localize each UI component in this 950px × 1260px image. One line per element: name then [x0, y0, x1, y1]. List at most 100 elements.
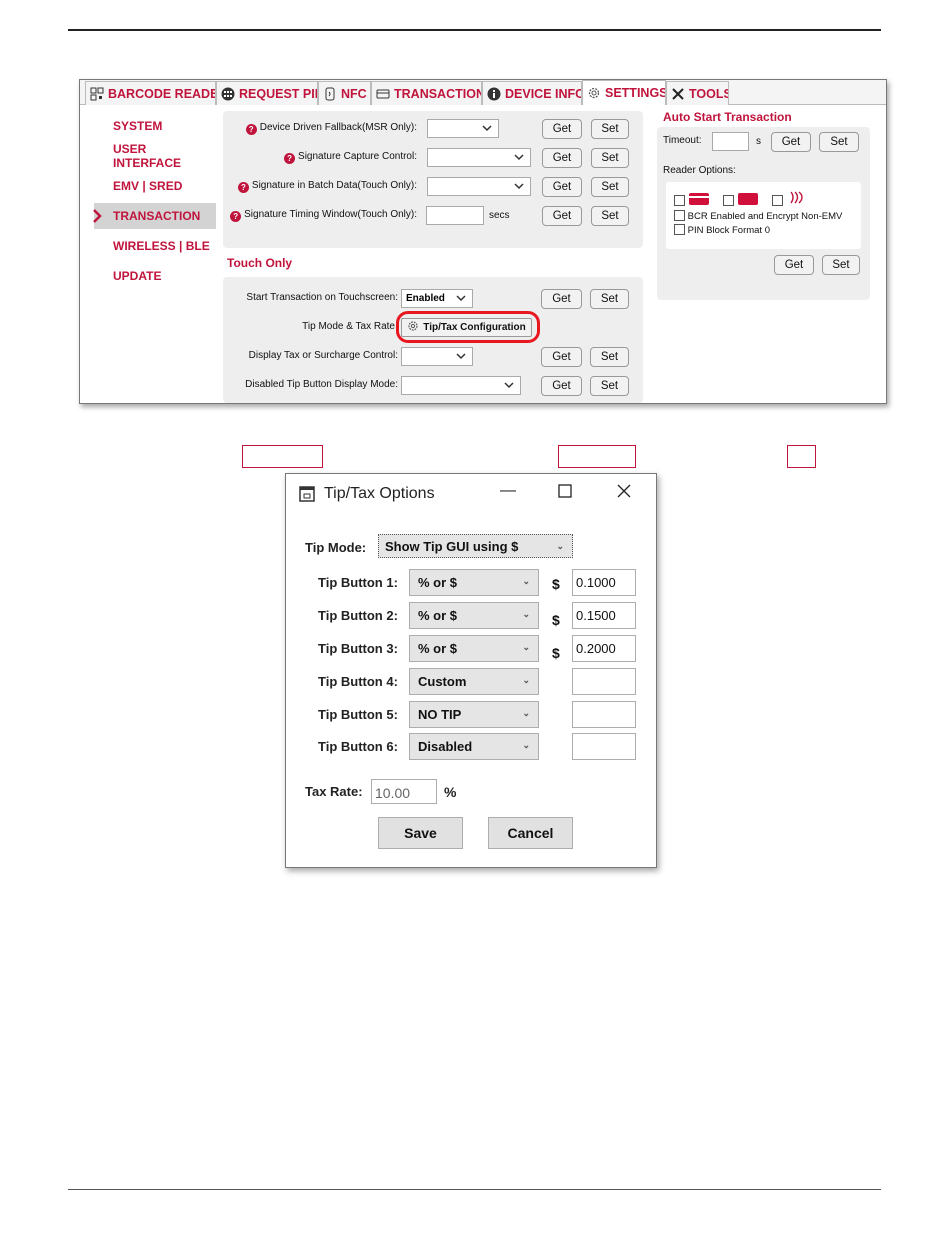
minimize-button[interactable]: —: [500, 482, 516, 500]
get-button[interactable]: Get: [542, 177, 582, 197]
app-window: BARCODE READER REQUEST PIN NFC TRANSACTI…: [79, 79, 887, 404]
tip-button-3-select[interactable]: % or $ ⌄: [409, 635, 539, 662]
tip-button-label: Tip Button 5:: [318, 707, 398, 722]
get-button[interactable]: Get: [542, 148, 582, 168]
tab-tools[interactable]: TOOLS: [666, 81, 729, 105]
tax-rate-input[interactable]: 10.00: [371, 779, 437, 804]
set-button[interactable]: Set: [591, 177, 629, 197]
reader-option-icons: [674, 191, 811, 210]
signature-capture-select[interactable]: [427, 148, 531, 167]
sidebar-item-update[interactable]: UPDATE: [94, 263, 216, 289]
tab-settings[interactable]: SETTINGS: [582, 80, 666, 105]
tip-button-6-select[interactable]: Disabled ⌄: [409, 733, 539, 760]
chevron-down-icon: [482, 123, 492, 136]
settings-sidebar: SYSTEM USER INTERFACE EMV | SRED TRANSAC…: [80, 106, 216, 403]
tab-device-info[interactable]: DEVICE INFO: [482, 81, 582, 105]
set-button[interactable]: Set: [590, 347, 629, 367]
tab-barcode-reader[interactable]: BARCODE READER: [85, 81, 216, 105]
highlight-ellipse: [396, 311, 540, 343]
cancel-button[interactable]: Cancel: [488, 817, 573, 849]
sidebar-item-wireless-ble[interactable]: WIRELESS | BLE: [94, 233, 216, 259]
tax-unit: %: [444, 784, 457, 800]
tax-rate-label: Tax Rate:: [305, 784, 363, 799]
tools-icon: [671, 87, 685, 101]
tab-transaction[interactable]: TRANSACTION: [371, 81, 482, 105]
signature-timing-input[interactable]: [426, 206, 484, 225]
tab-label: REQUEST PIN: [239, 86, 318, 101]
tip-mode-label: Tip Mode:: [305, 540, 367, 555]
chevron-down-icon: [504, 380, 514, 393]
help-icon[interactable]: ?: [284, 153, 296, 164]
start-touch-select[interactable]: Enabled: [401, 289, 473, 308]
timeout-input[interactable]: [712, 132, 749, 151]
sidebar-item-transaction[interactable]: TRANSACTION: [93, 203, 216, 229]
tip-button-5-value[interactable]: [572, 701, 636, 728]
set-button[interactable]: Set: [590, 289, 629, 309]
get-button[interactable]: Get: [771, 132, 811, 152]
chevron-down-icon: ⌄: [522, 609, 530, 619]
get-button[interactable]: Get: [541, 347, 582, 367]
set-button[interactable]: Set: [590, 376, 629, 396]
tip-button-4-value[interactable]: [572, 668, 636, 695]
chip-checkbox[interactable]: [723, 195, 734, 206]
tab-request-pin[interactable]: REQUEST PIN: [216, 81, 318, 105]
close-button[interactable]: [617, 484, 631, 503]
set-button[interactable]: Set: [591, 119, 629, 139]
tip-button-1-value[interactable]: 0.1000: [572, 569, 636, 596]
maximize-button[interactable]: [558, 484, 572, 503]
signature-batch-select[interactable]: [427, 177, 531, 196]
tip-button-6-value[interactable]: [572, 733, 636, 760]
set-button[interactable]: Set: [819, 132, 859, 152]
display-tax-select[interactable]: [401, 347, 473, 366]
redbox: [787, 445, 816, 468]
bcr-checkbox[interactable]: [674, 210, 685, 221]
tip-button-5-select[interactable]: NO TIP ⌄: [409, 701, 539, 728]
chevron-down-icon: [514, 152, 524, 165]
disabled-tip-select[interactable]: [401, 376, 521, 395]
set-button[interactable]: Set: [591, 206, 629, 226]
keypad-icon: [221, 87, 235, 101]
contactless-checkbox[interactable]: [772, 195, 783, 206]
tip-button-2-select[interactable]: % or $ ⌄: [409, 602, 539, 629]
save-button[interactable]: Save: [378, 817, 463, 849]
tab-label: DEVICE INFO: [505, 86, 582, 101]
help-icon[interactable]: ?: [245, 124, 257, 135]
tip-button-1-select[interactable]: % or $ ⌄: [409, 569, 539, 596]
get-button[interactable]: Get: [541, 289, 582, 309]
tip-button-3-value[interactable]: 0.2000: [572, 635, 636, 662]
set-button[interactable]: Set: [591, 148, 629, 168]
tab-label: NFC: [341, 86, 367, 101]
pin-block-option[interactable]: PIN Block Format 0: [674, 224, 770, 236]
sidebar-item-label: SYSTEM: [113, 119, 163, 133]
tip-mode-select[interactable]: Show Tip GUI using $ ⌄: [378, 534, 573, 558]
transaction-settings-panel: ? Device Driven Fallback(MSR Only): Get S…: [223, 111, 643, 248]
set-button[interactable]: Set: [822, 255, 860, 275]
nfc-icon: [323, 87, 337, 101]
auto-start-panel: Timeout: s Get Set Reader Options: BCR E…: [657, 127, 870, 300]
get-button[interactable]: Get: [542, 206, 582, 226]
help-icon[interactable]: ?: [237, 182, 249, 193]
tip-button-label: Tip Button 1:: [318, 575, 398, 590]
row-label: ? Signature Capture Control:: [284, 151, 417, 164]
tab-bar: BARCODE READER REQUEST PIN NFC TRANSACTI…: [80, 80, 886, 105]
tip-button-4-select[interactable]: Custom ⌄: [409, 668, 539, 695]
get-button[interactable]: Get: [541, 376, 582, 396]
sidebar-item-emv-sred[interactable]: EMV | SRED: [94, 173, 216, 199]
msr-checkbox[interactable]: [674, 195, 685, 206]
display-tax-label: Display Tax or Surcharge Control:: [248, 350, 398, 361]
tip-button-label: Tip Button 2:: [318, 608, 398, 623]
sidebar-item-system[interactable]: SYSTEM: [94, 113, 216, 139]
pin-block-checkbox[interactable]: [674, 224, 685, 235]
sidebar-item-user-interface[interactable]: USER INTERFACE: [94, 142, 216, 170]
help-icon[interactable]: ?: [230, 211, 242, 222]
row-label: ? Signature Timing Window(Touch Only):: [230, 209, 417, 222]
get-button[interactable]: Get: [774, 255, 814, 275]
get-button[interactable]: Get: [542, 119, 582, 139]
tab-nfc[interactable]: NFC: [318, 81, 371, 105]
chevron-down-icon: ⌄: [522, 675, 530, 685]
tip-button-2-value[interactable]: 0.1500: [572, 602, 636, 629]
bcr-option[interactable]: BCR Enabled and Encrypt Non-EMV: [674, 210, 842, 222]
fallback-select[interactable]: [427, 119, 499, 138]
reader-options-label: Reader Options:: [663, 165, 736, 176]
currency-symbol: $: [552, 612, 560, 628]
